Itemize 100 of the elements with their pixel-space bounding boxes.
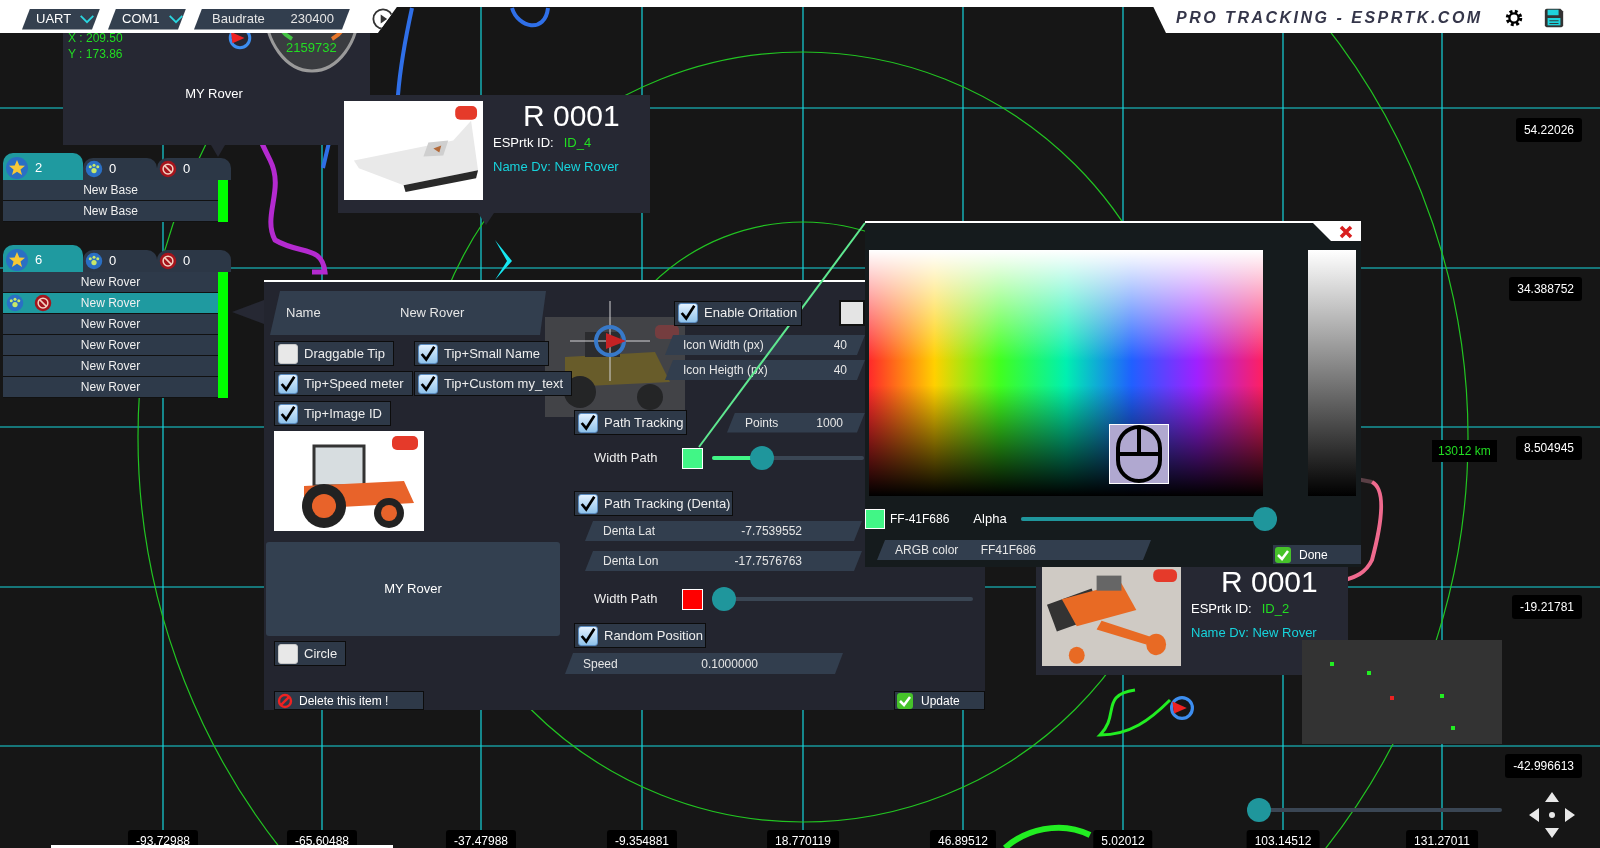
field-label: Baudrate xyxy=(211,10,265,29)
slider[interactable] xyxy=(712,587,973,611)
field-label: Denta Lat xyxy=(602,523,656,540)
delete-button[interactable]: Delete this item ! xyxy=(274,691,424,710)
text-field[interactable]: ARGB color FF41F686 xyxy=(877,540,1151,560)
close-button[interactable] xyxy=(1313,223,1361,241)
checkbox-option[interactable]: Tip+Custom my_text xyxy=(414,371,573,396)
id-label: ESPrtk ID: xyxy=(1191,600,1252,618)
text-field[interactable]: Denta Lat -7.7539552 xyxy=(585,521,862,541)
checkbox-option[interactable]: Enable Oritation xyxy=(674,300,802,326)
checkbox-option[interactable]: Circle xyxy=(274,641,347,666)
coordinate-text: Y : 173.86 xyxy=(68,46,123,62)
list-tab[interactable]: 0 xyxy=(83,158,157,180)
field-value: New Rover xyxy=(400,304,465,323)
list-row[interactable]: New Rover xyxy=(3,377,218,398)
checkbox[interactable] xyxy=(678,303,698,323)
slider-thumb[interactable] xyxy=(1252,507,1277,531)
checkbox[interactable] xyxy=(578,412,598,433)
paw-icon xyxy=(85,252,103,270)
checkbox[interactable] xyxy=(278,373,298,394)
text-field[interactable]: Speed 0.1000000 xyxy=(565,653,843,674)
checkbox-option[interactable]: Tip+Speed meter xyxy=(274,371,413,396)
checkbox[interactable] xyxy=(418,373,438,394)
brightness-bar[interactable] xyxy=(1308,250,1356,496)
count-label: 6 xyxy=(35,250,43,269)
prohibited-icon xyxy=(277,692,293,709)
list-row[interactable]: New Rover xyxy=(3,314,218,335)
list-row[interactable]: New Base xyxy=(3,180,218,201)
slider-thumb[interactable] xyxy=(712,587,736,611)
list-tab[interactable]: 0 xyxy=(157,250,231,272)
checkbox-option[interactable]: Path Tracking xyxy=(574,410,687,435)
checkbox-option[interactable]: Tip+Small Name xyxy=(414,341,549,366)
text-field[interactable]: Icon Width (px) 40 xyxy=(665,335,865,355)
axis-label: 18.770119 xyxy=(767,830,839,848)
field-label: ARGB color xyxy=(894,542,959,559)
slider[interactable] xyxy=(1247,798,1502,822)
field-value: 1000 xyxy=(816,414,844,432)
tip-caption: MY Rover xyxy=(185,85,243,103)
device-title: R 0001 xyxy=(523,101,620,131)
dropdown[interactable]: UART xyxy=(22,8,100,30)
chevron-down-icon xyxy=(167,14,184,24)
color-swatch[interactable] xyxy=(682,447,703,469)
slider[interactable] xyxy=(712,446,864,470)
count-label: 0 xyxy=(183,252,191,271)
checkbox[interactable] xyxy=(578,493,598,514)
slider[interactable] xyxy=(1020,507,1277,531)
axis-label: 103.14512 xyxy=(1246,830,1320,848)
text-field[interactable]: Denta Lon -17.7576763 xyxy=(585,551,862,571)
checkbox[interactable] xyxy=(839,300,865,326)
save-icon[interactable] xyxy=(1542,7,1565,29)
checkbox[interactable] xyxy=(418,343,438,364)
list-row[interactable]: New Rover xyxy=(3,272,218,293)
list-row[interactable]: New Base xyxy=(3,201,218,222)
axis-label: 46.89512 xyxy=(929,830,997,848)
color-gradient[interactable] xyxy=(869,250,1263,496)
play-icon[interactable] xyxy=(372,8,394,30)
status-bar xyxy=(218,180,228,222)
axis-label: -19.21781 xyxy=(1511,595,1582,619)
text-field[interactable]: Points 1000 xyxy=(727,412,865,433)
count-label: 0 xyxy=(183,160,191,179)
field-label: Icon Width (px) xyxy=(682,337,764,354)
slider-thumb[interactable] xyxy=(750,446,775,470)
axis-label: 8.504945 xyxy=(1515,436,1582,460)
mouse-icon xyxy=(1109,424,1169,484)
prohibited-icon xyxy=(159,252,177,270)
count-label: 0 xyxy=(109,160,117,179)
list-tab[interactable]: 0 xyxy=(83,250,157,272)
field-value: -17.7576763 xyxy=(734,553,803,570)
field-value: 40 xyxy=(833,337,848,354)
pan-arrows-icon[interactable] xyxy=(1527,790,1577,840)
checkbox[interactable] xyxy=(578,625,598,646)
field-label: Denta Lon xyxy=(602,553,659,570)
checkbox-option[interactable]: Tip+Image ID xyxy=(274,401,391,426)
paw-icon xyxy=(6,294,24,312)
axis-label: -42.996613 xyxy=(1505,754,1582,778)
field-label: Points xyxy=(744,414,779,432)
color-swatch[interactable] xyxy=(682,588,703,610)
dropdown[interactable]: COM1 xyxy=(108,8,186,30)
crosshair-icon xyxy=(570,301,650,381)
slider-thumb[interactable] xyxy=(1247,798,1271,822)
device-name: Name Dv: New Rover xyxy=(493,157,620,176)
checkbox[interactable] xyxy=(278,403,298,424)
field-value: FF41F686 xyxy=(980,542,1037,559)
scroll-bar[interactable] xyxy=(51,845,393,848)
checkbox-option[interactable]: Draggable Tip xyxy=(274,341,394,366)
checkmark-icon xyxy=(897,692,913,709)
update-button[interactable]: Update xyxy=(894,691,985,710)
checkbox-option[interactable]: Random Position xyxy=(574,623,706,648)
checkbox-option[interactable]: Path Tracking (Denta) xyxy=(574,491,733,516)
list-row[interactable]: New Rover xyxy=(3,356,218,377)
hex-label: FF-41F686 xyxy=(890,511,950,528)
count-label: 0 xyxy=(109,252,117,271)
done-button[interactable]: Done xyxy=(1273,545,1361,564)
list-tab[interactable]: 0 xyxy=(157,158,231,180)
axis-label: 5.02012 xyxy=(1093,830,1153,848)
id-value: ID_4 xyxy=(563,134,592,152)
text-field[interactable]: Baudrate 230400 xyxy=(194,8,350,30)
list-row[interactable]: New Rover xyxy=(3,335,218,356)
axis-label: 131.27011 xyxy=(1406,830,1478,848)
text-field[interactable]: Name New Rover xyxy=(270,291,546,335)
